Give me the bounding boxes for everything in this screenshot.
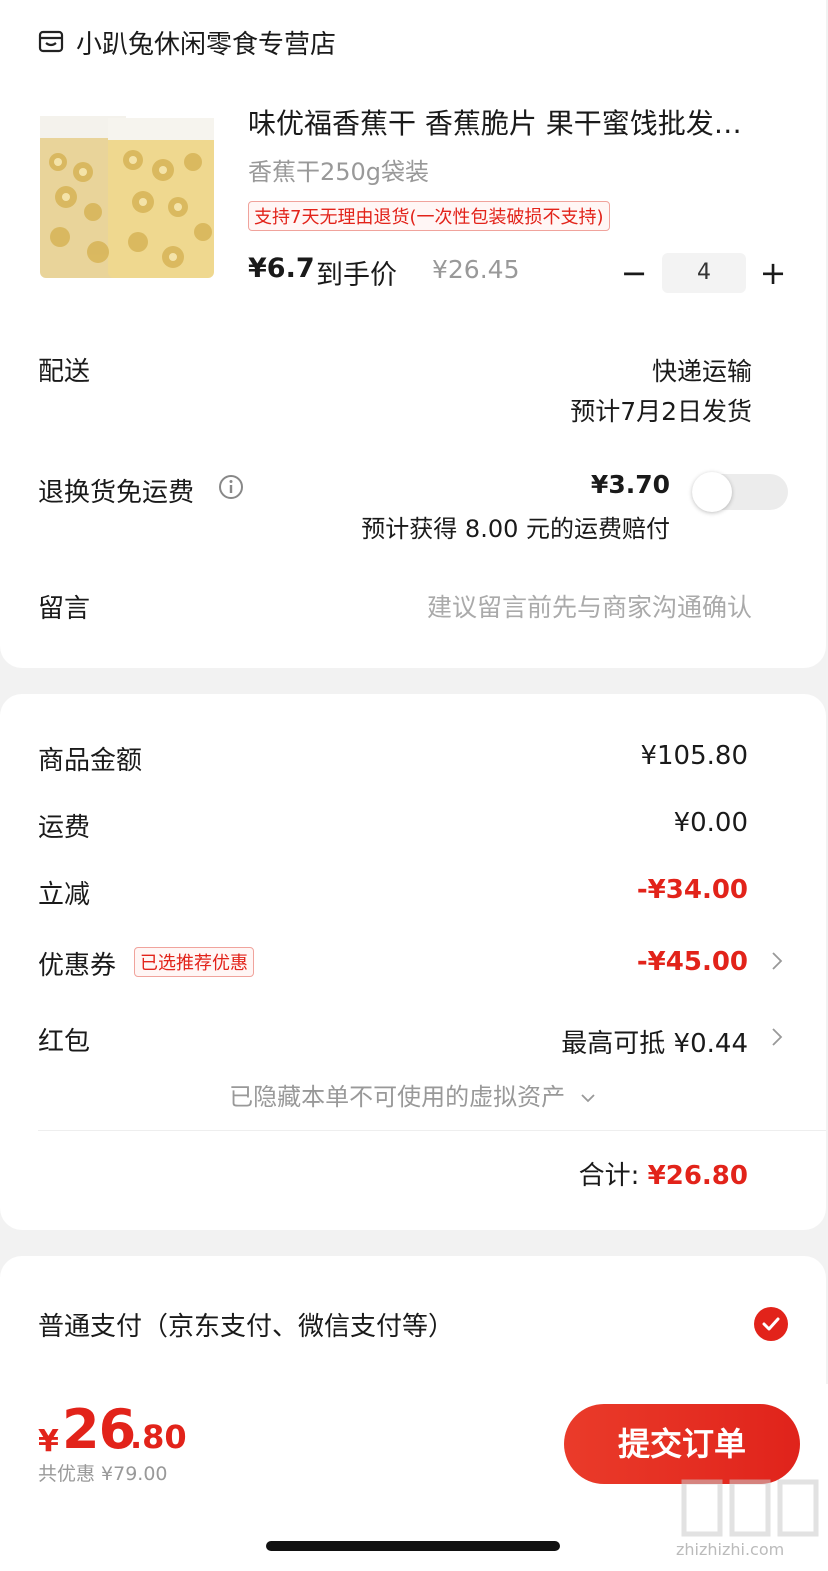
instant-discount-label: 立减 bbox=[38, 880, 91, 910]
order-total-label: 合计: bbox=[578, 1161, 640, 1191]
product-spec[interactable]: 香蕉干250g袋装 bbox=[248, 152, 429, 187]
coupon-value[interactable]: -¥45.00 bbox=[637, 947, 748, 977]
product-price-label: 到手价 bbox=[316, 260, 397, 291]
product-image[interactable] bbox=[38, 112, 218, 282]
order-total: 合计: ¥26.80 bbox=[579, 1155, 748, 1192]
delivery-eta: 预计7月2日发货 bbox=[570, 397, 752, 426]
return-shipping-price: ¥3.70 bbox=[590, 470, 670, 499]
red-packet-label[interactable]: 红包 bbox=[38, 1021, 90, 1058]
quantity-increase-button[interactable]: + bbox=[758, 254, 788, 292]
return-policy-badge: 支持7天无理由退货(一次性包装破损不支持) bbox=[248, 201, 610, 231]
coupon-label[interactable]: 优惠券 bbox=[38, 945, 116, 982]
chevron-down-icon bbox=[581, 1094, 595, 1103]
payment-selected-check-icon[interactable] bbox=[754, 1307, 788, 1341]
return-shipping-toggle[interactable] bbox=[692, 472, 788, 512]
store-name[interactable]: 小趴兔休闲零食专营店 bbox=[76, 24, 336, 61]
product-title[interactable]: 味优福香蕉干 香蕉脆片 果干蜜饯批发… bbox=[248, 102, 788, 142]
return-shipping-label: 退换货免运费 bbox=[38, 478, 195, 508]
instant-discount-value: -¥34.00 bbox=[636, 875, 748, 905]
payable-currency: ¥ bbox=[38, 1424, 59, 1459]
goods-amount-label: 商品金额 bbox=[38, 746, 143, 776]
store-icon bbox=[38, 30, 64, 53]
message-input[interactable]: 建议留言前先与商家沟通确认 bbox=[427, 588, 752, 624]
coupon-recommended-badge: 已选推荐优惠 bbox=[134, 947, 254, 977]
message-label: 留言 bbox=[38, 594, 91, 624]
return-shipping-note: 预计获得 8.00 元的运费赔付 bbox=[361, 515, 670, 543]
product-price: ¥6.7 bbox=[248, 253, 315, 284]
hidden-assets-toggle[interactable]: 已隐藏本单不可使用的虚拟资产 bbox=[0, 1077, 826, 1112]
watermark-text: zhizhizhi.com bbox=[676, 1540, 785, 1559]
chevron-right-icon[interactable] bbox=[770, 1025, 784, 1049]
payable-amount-decimal: .80 bbox=[130, 1418, 187, 1456]
red-packet-value[interactable]: 最高可抵 ¥0.44 bbox=[561, 1023, 748, 1060]
quantity-input[interactable]: 4 bbox=[662, 253, 746, 293]
delivery-method[interactable]: 快递运输 bbox=[652, 352, 752, 388]
payable-amount-integer: 26 bbox=[62, 1398, 136, 1461]
payment-method-label[interactable]: 普通支付（京东支付、微信支付等） bbox=[38, 1306, 454, 1343]
shipping-fee-value: ¥0.00 bbox=[673, 808, 748, 838]
home-indicator[interactable] bbox=[266, 1541, 560, 1551]
order-item-card: 小趴兔休闲零食专营店 味优福香蕉干 香蕉脆片 果干蜜饯批发… 香蕉干250g袋装… bbox=[0, 0, 826, 668]
delivery-label: 配送 bbox=[38, 357, 91, 387]
goods-amount-value: ¥105.80 bbox=[640, 741, 748, 771]
product-original-price: ¥26.45 bbox=[432, 255, 520, 284]
chevron-right-icon[interactable] bbox=[770, 949, 784, 973]
quantity-decrease-button[interactable]: − bbox=[620, 254, 648, 292]
total-saved: 共优惠 ¥79.00 bbox=[38, 1463, 168, 1485]
shipping-fee-label: 运费 bbox=[38, 813, 91, 843]
order-total-value: ¥26.80 bbox=[647, 1161, 748, 1191]
info-icon[interactable] bbox=[218, 474, 244, 500]
hidden-assets-text: 已隐藏本单不可使用的虚拟资产 bbox=[229, 1083, 566, 1111]
divider bbox=[38, 1130, 826, 1131]
